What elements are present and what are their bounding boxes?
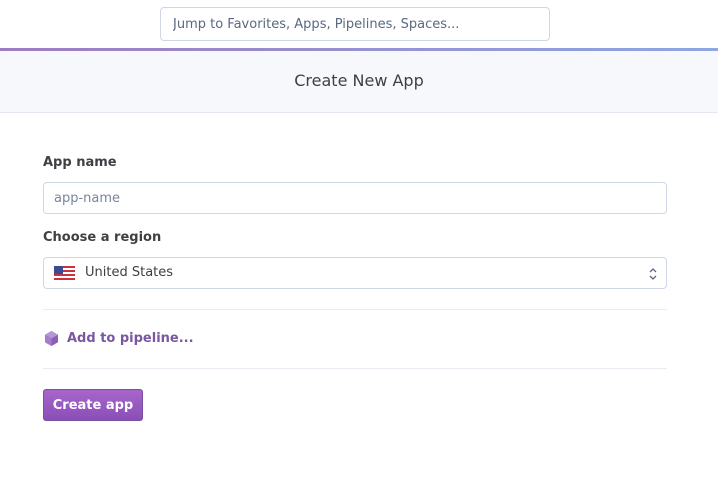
create-app-button[interactable]: Create app	[43, 389, 143, 421]
region-select[interactable]: United States	[43, 257, 667, 289]
divider	[43, 309, 667, 310]
chevron-up-down-icon	[649, 268, 657, 280]
region-label: Choose a region	[43, 230, 162, 245]
page-header: Create New App	[0, 51, 718, 113]
add-to-pipeline-label: Add to pipeline...	[67, 330, 194, 346]
us-flag-icon	[54, 266, 75, 280]
jump-search-input[interactable]	[160, 7, 550, 41]
app-name-label: App name	[43, 155, 117, 170]
top-bar	[0, 0, 718, 48]
add-to-pipeline-link[interactable]: Add to pipeline...	[43, 328, 194, 348]
page-title: Create New App	[294, 71, 424, 90]
divider	[43, 368, 667, 369]
pipeline-icon	[45, 330, 58, 346]
app-name-input[interactable]	[43, 182, 667, 214]
region-selected-value: United States	[85, 265, 174, 280]
